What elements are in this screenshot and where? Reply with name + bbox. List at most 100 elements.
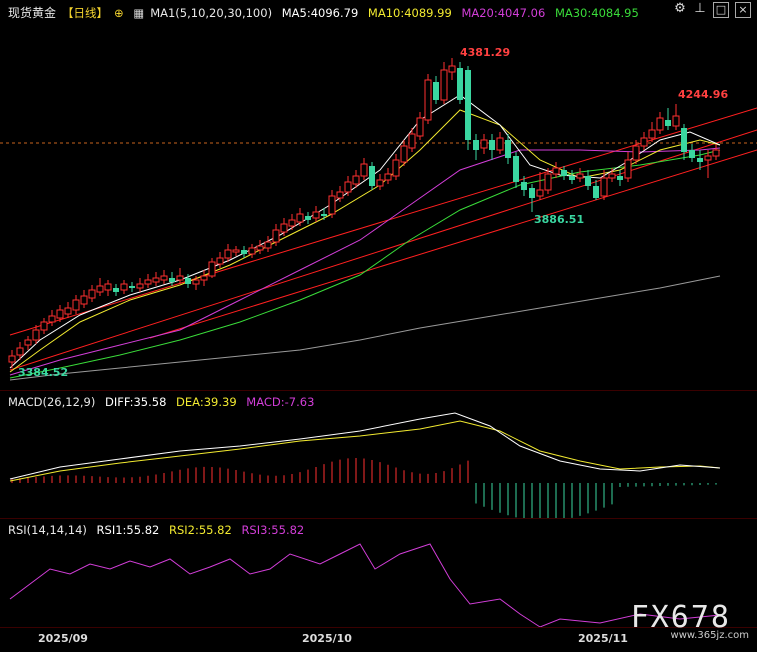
candle-body xyxy=(576,173,584,179)
macd-legend: MACD(26,12,9) DIFF:35.58 DEA:39.39 MACD:… xyxy=(8,395,320,409)
macd-canvas[interactable] xyxy=(0,391,757,519)
candle-body xyxy=(160,275,168,281)
candle-body xyxy=(617,176,623,180)
window-controls: ⚙ ⊥ □ × xyxy=(673,2,751,18)
candle-body xyxy=(80,295,88,305)
candle-body xyxy=(656,117,664,131)
candle-body xyxy=(288,219,296,227)
main-legend: 现货黄金 【日线】 ⊕ ▦ MA1(5,10,20,30,100) MA5:4096.… xyxy=(8,4,645,21)
candle-body xyxy=(296,213,304,223)
candle-body xyxy=(416,117,424,137)
candle-body xyxy=(328,195,336,215)
time-label-sep: 2025/09 xyxy=(38,632,88,645)
candle-body xyxy=(144,279,152,285)
candle-body xyxy=(248,247,256,255)
candle-body xyxy=(305,216,311,220)
candle-body xyxy=(505,140,511,158)
candle-body xyxy=(392,159,400,177)
symbol-name: 现货黄金 xyxy=(8,6,57,20)
ma10-value: MA10:4089.99 xyxy=(367,6,452,20)
candle-body xyxy=(369,166,375,186)
watermark-url: www.365jz.com xyxy=(670,630,749,641)
candle-body xyxy=(632,145,640,161)
candle-body xyxy=(704,155,712,161)
candle-body xyxy=(569,176,575,180)
rsi3-value: RSI3:55.82 xyxy=(241,523,305,537)
candle-body xyxy=(24,339,32,346)
candle-body xyxy=(640,137,648,147)
start-low-label: 3384.52 xyxy=(18,366,69,379)
macd-panel[interactable]: MACD(26,12,9) DIFF:35.58 DEA:39.39 MACD:… xyxy=(0,390,757,519)
candle-body xyxy=(672,115,680,127)
candle-body xyxy=(40,321,48,331)
candle-body xyxy=(433,82,439,100)
time-label-nov: 2025/11 xyxy=(578,632,628,645)
candle-body xyxy=(681,128,687,152)
candle-body xyxy=(600,177,608,197)
candle-body xyxy=(96,285,104,293)
candle-body xyxy=(256,245,264,251)
candle-body xyxy=(448,65,456,73)
candle-body xyxy=(408,133,416,149)
candle-body xyxy=(113,288,119,292)
candle-body xyxy=(561,170,567,176)
candle-body xyxy=(648,129,656,139)
candle-body xyxy=(88,289,96,299)
maximize-icon[interactable]: □ xyxy=(713,2,729,18)
candle-body xyxy=(48,315,56,323)
candle-body xyxy=(136,283,144,289)
ma5-value: MA5:4096.79 xyxy=(281,6,359,20)
candle-body xyxy=(280,223,288,233)
candle-body xyxy=(169,278,175,282)
candle-body xyxy=(8,355,16,363)
candle-body xyxy=(513,156,519,182)
candle-body xyxy=(200,275,208,281)
candle-body xyxy=(32,329,40,341)
macd-dea: DEA:39.39 xyxy=(176,395,237,409)
time-label-oct: 2025/10 xyxy=(302,632,352,645)
pin-icon[interactable]: ⊥ xyxy=(693,2,707,16)
candle-body xyxy=(697,158,703,162)
candle-body xyxy=(529,188,535,198)
candle-body xyxy=(129,286,135,288)
candle-body xyxy=(321,214,327,216)
ma-settings-icon[interactable]: ▦ xyxy=(133,6,144,20)
candle-body xyxy=(400,145,408,163)
candle-body xyxy=(465,70,471,140)
candle-body xyxy=(120,283,128,291)
settings-icon[interactable]: ⚙ xyxy=(673,2,687,16)
high-price-label: 4381.29 xyxy=(460,46,511,59)
price-chart-canvas[interactable] xyxy=(0,0,757,390)
candle-body xyxy=(624,159,632,179)
candle-body xyxy=(208,261,216,277)
close-icon[interactable]: × xyxy=(735,2,751,18)
macd-label: MACD(26,12,9) xyxy=(8,395,96,409)
ma30-value: MA30:4084.95 xyxy=(554,6,639,20)
candle-body xyxy=(496,137,504,151)
rsi-legend: RSI(14,14,14) RSI1:55.82 RSI2:55.82 RSI3… xyxy=(8,523,310,537)
candle-body xyxy=(376,179,384,187)
candle-body xyxy=(521,182,527,190)
candle-body xyxy=(473,140,479,150)
candle-body xyxy=(360,163,368,177)
candle-body xyxy=(192,279,200,285)
candle-body xyxy=(272,229,280,243)
macd-diff: DIFF:35.58 xyxy=(105,395,167,409)
candle-body xyxy=(312,211,320,219)
second-high-label: 4244.96 xyxy=(678,88,729,101)
candle-body xyxy=(440,69,448,101)
candle-body xyxy=(536,189,544,197)
candle-body xyxy=(72,299,80,311)
add-icon[interactable]: ⊕ xyxy=(114,6,124,20)
rsi2-value: RSI2:55.82 xyxy=(168,523,232,537)
candle-body xyxy=(152,277,160,283)
candle-body xyxy=(489,140,495,150)
candle-body xyxy=(352,175,360,185)
ma20-value: MA20:4047.06 xyxy=(461,6,546,20)
candle-body xyxy=(665,120,671,126)
price-chart-panel[interactable]: 现货黄金 【日线】 ⊕ ▦ MA1(5,10,20,30,100) MA5:4096.… xyxy=(0,0,757,390)
rsi-label: RSI(14,14,14) xyxy=(8,523,87,537)
candle-body xyxy=(56,309,64,319)
period-label[interactable]: 【日线】 xyxy=(62,6,108,20)
candle-body xyxy=(552,167,560,175)
